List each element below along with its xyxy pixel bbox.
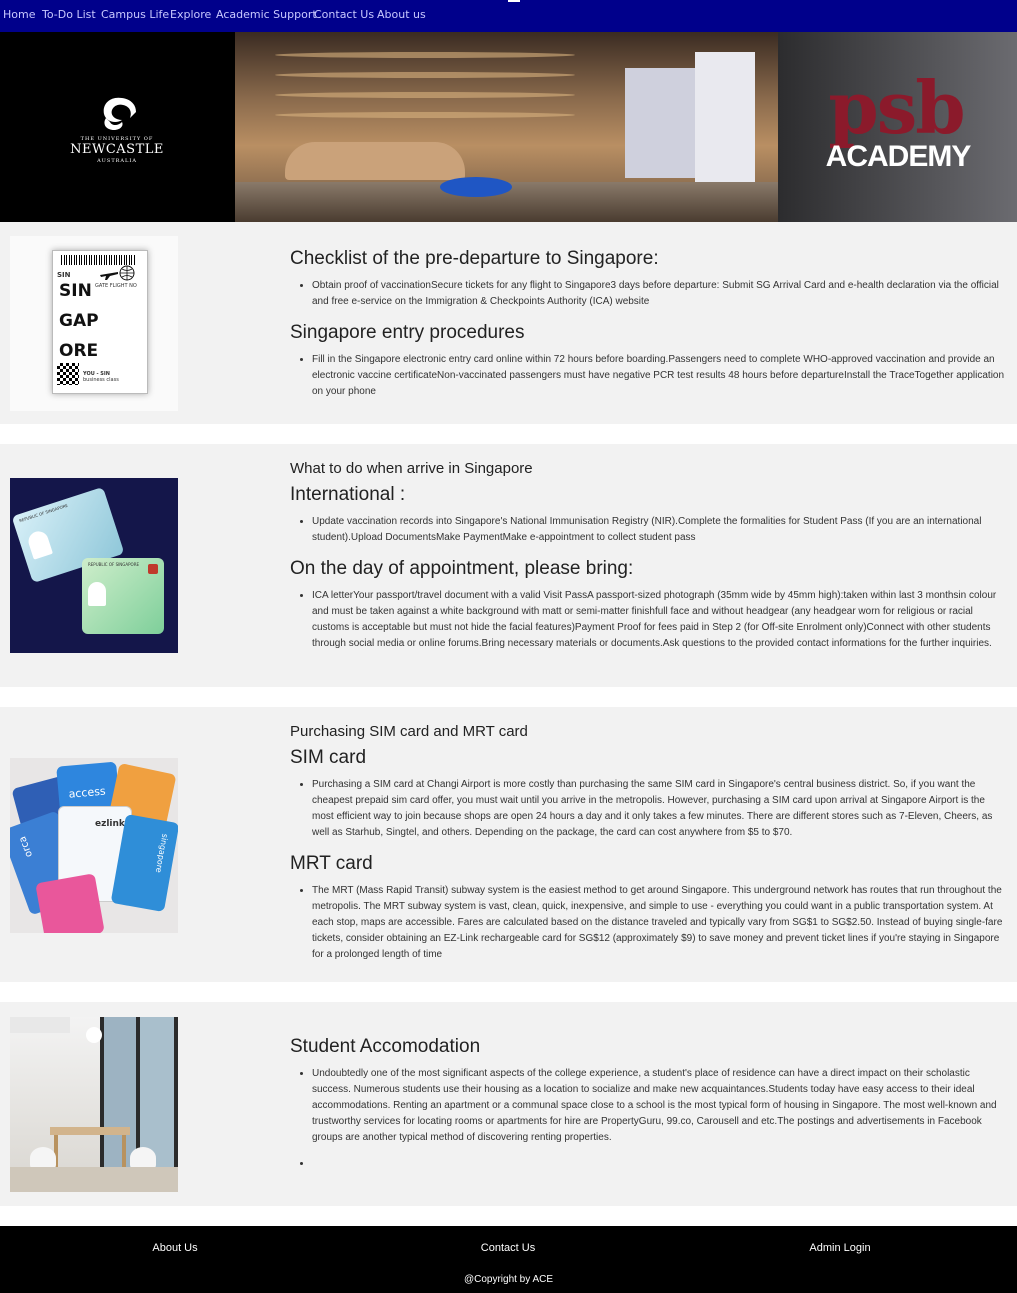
nav-todo-link[interactable]: To-Do List xyxy=(42,8,96,21)
section-heading: Checklist of the pre-departure to Singap… xyxy=(290,248,659,269)
nav-campus-life-link[interactable]: Campus Life xyxy=(101,8,169,21)
section-sim-mrt: access orca ezlink singapore Purchasing … xyxy=(0,707,1017,982)
bp-line-2: GAP xyxy=(59,311,99,331)
psb-logo: psb ACADEMY xyxy=(778,32,1017,222)
nav-academic-support-link[interactable]: Academic Support xyxy=(216,8,317,21)
footer-about-link[interactable]: About Us xyxy=(120,1242,230,1254)
bullet-list: Undoubtedly one of the most significant … xyxy=(312,1066,1005,1172)
list-item: Fill in the Singapore electronic entry c… xyxy=(312,352,1005,400)
list-item: The MRT (Mass Rapid Transit) subway syst… xyxy=(312,883,1005,963)
psb-wordmark: psb xyxy=(828,65,965,150)
floor xyxy=(10,1167,178,1192)
wall-stripe xyxy=(275,92,575,98)
globe-icon xyxy=(119,265,135,281)
section-heading: MRT card xyxy=(290,853,373,874)
lobby-pillar xyxy=(695,52,755,202)
list-item: ICA letterYour passport/travel document … xyxy=(312,588,1005,652)
avatar-icon xyxy=(88,582,106,606)
section-content: What to do when arrive in Singapore Inte… xyxy=(290,460,1005,652)
nav-about-link[interactable]: About us xyxy=(377,8,426,21)
apartment-image xyxy=(10,1017,178,1192)
sim-card xyxy=(35,873,105,933)
section-content: Purchasing SIM card and MRT card SIM car… xyxy=(290,723,1005,963)
hero-banner: THE UNIVERSITY OF NEWCASTLE AUSTRALIA ps… xyxy=(0,32,1017,222)
crest-icon xyxy=(148,564,158,574)
sim-card-label: orca xyxy=(17,834,36,859)
bp-line-1: SIN xyxy=(59,281,92,301)
uon-logo: THE UNIVERSITY OF NEWCASTLE AUSTRALIA xyxy=(0,32,235,222)
section-heading: Student Accomodation xyxy=(290,1036,481,1057)
list-item xyxy=(312,1156,1005,1172)
bp-footer2: business class xyxy=(83,377,119,383)
lobby-wall xyxy=(625,68,695,178)
list-item: Undoubtedly one of the most significant … xyxy=(312,1066,1005,1146)
section-heading: International : xyxy=(290,484,406,505)
table-leg xyxy=(122,1135,126,1171)
section-accommodation: Student Accomodation Undoubtedly one of … xyxy=(0,1002,1017,1206)
sim-cards-image: access orca ezlink singapore xyxy=(10,758,178,933)
section-heading: SIM card xyxy=(290,747,367,768)
seahorse-icon xyxy=(103,97,136,130)
list-item: Update vaccination records into Singapor… xyxy=(312,514,1005,546)
lobby-desk xyxy=(285,142,465,180)
list-item: Obtain proof of vaccinationSecure ticket… xyxy=(312,278,1005,310)
id-cards-image: REPUBLIC OF SINGAPORE REPUBLIC OF SINGAP… xyxy=(10,478,178,653)
bullet-list: Purchasing a SIM card at Changi Airport … xyxy=(312,777,1005,841)
section-arrival: REPUBLIC OF SINGAPORE REPUBLIC OF SINGAP… xyxy=(0,444,1017,687)
nav-home-link[interactable]: Home xyxy=(3,8,35,21)
air-conditioner xyxy=(10,1017,70,1033)
wall-stripe xyxy=(275,52,575,58)
footer-contact-link[interactable]: Contact Us xyxy=(453,1242,563,1254)
section-content: Student Accomodation Undoubtedly one of … xyxy=(290,1036,1005,1172)
section-subtitle: Purchasing SIM card and MRT card xyxy=(290,723,528,740)
boarding-pass-image: SIN GATE FLIGHT NO SIN GAP ORE YOU - SIN… xyxy=(10,236,178,411)
section-pre-departure: SIN GATE FLIGHT NO SIN GAP ORE YOU - SIN… xyxy=(0,222,1017,424)
id-card-back-title: REPUBLIC OF SINGAPORE xyxy=(88,562,139,567)
bullet-list: ICA letterYour passport/travel document … xyxy=(312,588,1005,652)
dining-table xyxy=(50,1127,130,1135)
sim-card-label: access xyxy=(68,784,107,801)
bullet-list: Update vaccination records into Singapor… xyxy=(312,514,1005,546)
avatar-icon xyxy=(25,528,53,560)
bp-gate-flight: GATE FLIGHT NO xyxy=(95,283,137,289)
bullet-list: Obtain proof of vaccinationSecure ticket… xyxy=(312,278,1005,310)
bp-line-3: ORE xyxy=(59,341,99,361)
lamp-icon xyxy=(86,1027,102,1043)
footer-admin-login-link[interactable]: Admin Login xyxy=(785,1242,895,1254)
section-content: Checklist of the pre-departure to Singap… xyxy=(290,248,1005,400)
bullet-list: The MRT (Mass Rapid Transit) subway syst… xyxy=(312,883,1005,963)
academy-wordmark: ACADEMY xyxy=(825,140,972,173)
footer: About Us Contact Us Admin Login @Copyrig… xyxy=(0,1226,1017,1293)
chair xyxy=(130,1147,156,1169)
blue-seat xyxy=(440,177,512,197)
uon-line2: NEWCASTLE xyxy=(70,142,164,157)
plane-icon xyxy=(100,272,118,280)
wall-stripe xyxy=(275,72,575,78)
chair xyxy=(30,1147,56,1169)
campus-lobby-photo xyxy=(235,32,778,222)
qr-code-icon xyxy=(57,363,79,385)
bp-sin-code: SIN xyxy=(57,271,71,279)
sim-card-label: singapore xyxy=(153,833,170,874)
nav-marker xyxy=(508,0,520,2)
section-heading: On the day of appointment, please bring: xyxy=(290,558,634,579)
barcode-icon xyxy=(61,255,135,265)
boarding-pass: SIN GATE FLIGHT NO SIN GAP ORE YOU - SIN… xyxy=(52,250,148,394)
section-subtitle: What to do when arrive in Singapore xyxy=(290,460,533,477)
section-heading: Singapore entry procedures xyxy=(290,322,525,343)
nav-contact-link[interactable]: Contact Us xyxy=(314,8,374,21)
nav-explore-link[interactable]: Explore xyxy=(170,8,211,21)
copyright-text: @Copyright by ACE xyxy=(463,1274,554,1285)
bullet-list: Fill in the Singapore electronic entry c… xyxy=(312,352,1005,400)
id-card-back: REPUBLIC OF SINGAPORE xyxy=(82,558,164,634)
list-item: Purchasing a SIM card at Changi Airport … xyxy=(312,777,1005,841)
uon-line3: AUSTRALIA xyxy=(97,158,137,164)
top-nav: Home To-Do List Campus Life Explore Acad… xyxy=(0,0,1017,32)
sim-card-label: ezlink xyxy=(95,819,125,829)
wall-stripe xyxy=(275,112,575,118)
